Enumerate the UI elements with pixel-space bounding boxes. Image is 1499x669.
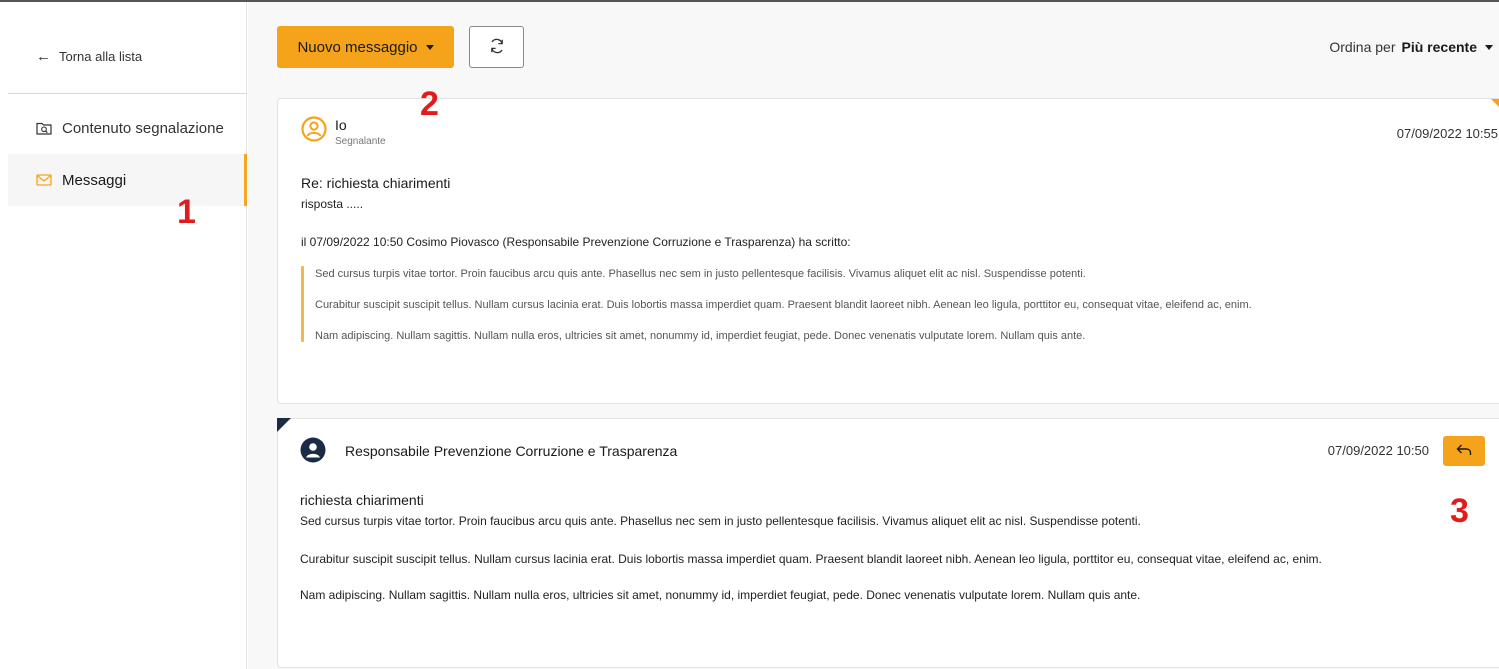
outgoing-marker	[277, 418, 291, 432]
new-message-button[interactable]: Nuovo messaggio	[277, 26, 454, 68]
sidebar-item-label: Messaggi	[62, 171, 127, 189]
annotation-3: 3	[1450, 492, 1469, 530]
envelope-icon	[36, 174, 52, 186]
quote-bar	[301, 266, 304, 342]
quote-line: Curabitur suscipit suscipit tellus. Null…	[315, 299, 1252, 311]
reply-icon	[1456, 444, 1472, 459]
caret-down-icon	[425, 44, 434, 50]
message-subject: Re: richiesta chiarimenti	[301, 175, 451, 191]
annotation-1: 1	[177, 193, 196, 231]
refresh-icon	[488, 37, 506, 58]
sidebar-item-report-content[interactable]: Contenuto segnalazione	[8, 102, 247, 154]
sender-name: Io	[335, 117, 347, 133]
quote-line: Nam adipiscing. Nullam sagittis. Nullam …	[315, 330, 1086, 342]
sort-control: Ordina per Più recente	[1329, 39, 1493, 55]
sidebar: ← Torna alla lista Contenuto segnalazion…	[0, 2, 247, 669]
arrow-left-icon: ←	[36, 47, 51, 65]
sort-dropdown[interactable]: Più recente	[1402, 39, 1493, 55]
message-date: 07/09/2022 10:50	[1327, 443, 1429, 458]
back-to-list-link[interactable]: ← Torna alla lista	[36, 46, 142, 66]
message-subject: richiesta chiarimenti	[300, 492, 424, 508]
message-body-line: Curabitur suscipit suscipit tellus. Null…	[300, 552, 1322, 566]
message-card: Responsabile Prevenzione Corruzione e Tr…	[277, 418, 1499, 668]
sender-role: Segnalante	[335, 136, 386, 147]
annotation-2: 2	[420, 85, 439, 123]
sidebar-item-label: Contenuto segnalazione	[62, 119, 224, 137]
user-avatar-icon	[301, 116, 327, 147]
message-card: Io Segnalante 07/09/2022 10:55 Re: richi…	[277, 98, 1499, 404]
message-body-line: Sed cursus turpis vitae tortor. Proin fa…	[300, 514, 1141, 528]
sidebar-divider	[8, 93, 246, 94]
reply-button[interactable]	[1443, 436, 1485, 466]
sort-value: Più recente	[1401, 39, 1477, 55]
back-link-label: Torna alla lista	[59, 48, 143, 64]
message-date: 07/09/2022 10:55	[1396, 126, 1498, 141]
user-avatar-icon	[300, 437, 326, 468]
sender-name: Responsabile Prevenzione Corruzione e Tr…	[345, 443, 678, 459]
folder-search-icon	[36, 121, 52, 135]
sidebar-item-messages[interactable]: Messaggi	[8, 154, 247, 206]
message-body-line: Nam adipiscing. Nullam sagittis. Nullam …	[300, 588, 1141, 602]
refresh-button[interactable]	[469, 26, 524, 68]
caret-down-icon	[1485, 44, 1493, 50]
message-body: risposta .....	[301, 197, 364, 211]
quote-line: Sed cursus turpis vitae tortor. Proin fa…	[315, 268, 1086, 280]
quote-header: il 07/09/2022 10:50 Cosimo Piovasco (Res…	[301, 235, 851, 249]
new-message-label: Nuovo messaggio	[297, 38, 418, 56]
unread-marker	[1491, 99, 1499, 107]
sort-label: Ordina per	[1329, 39, 1396, 55]
